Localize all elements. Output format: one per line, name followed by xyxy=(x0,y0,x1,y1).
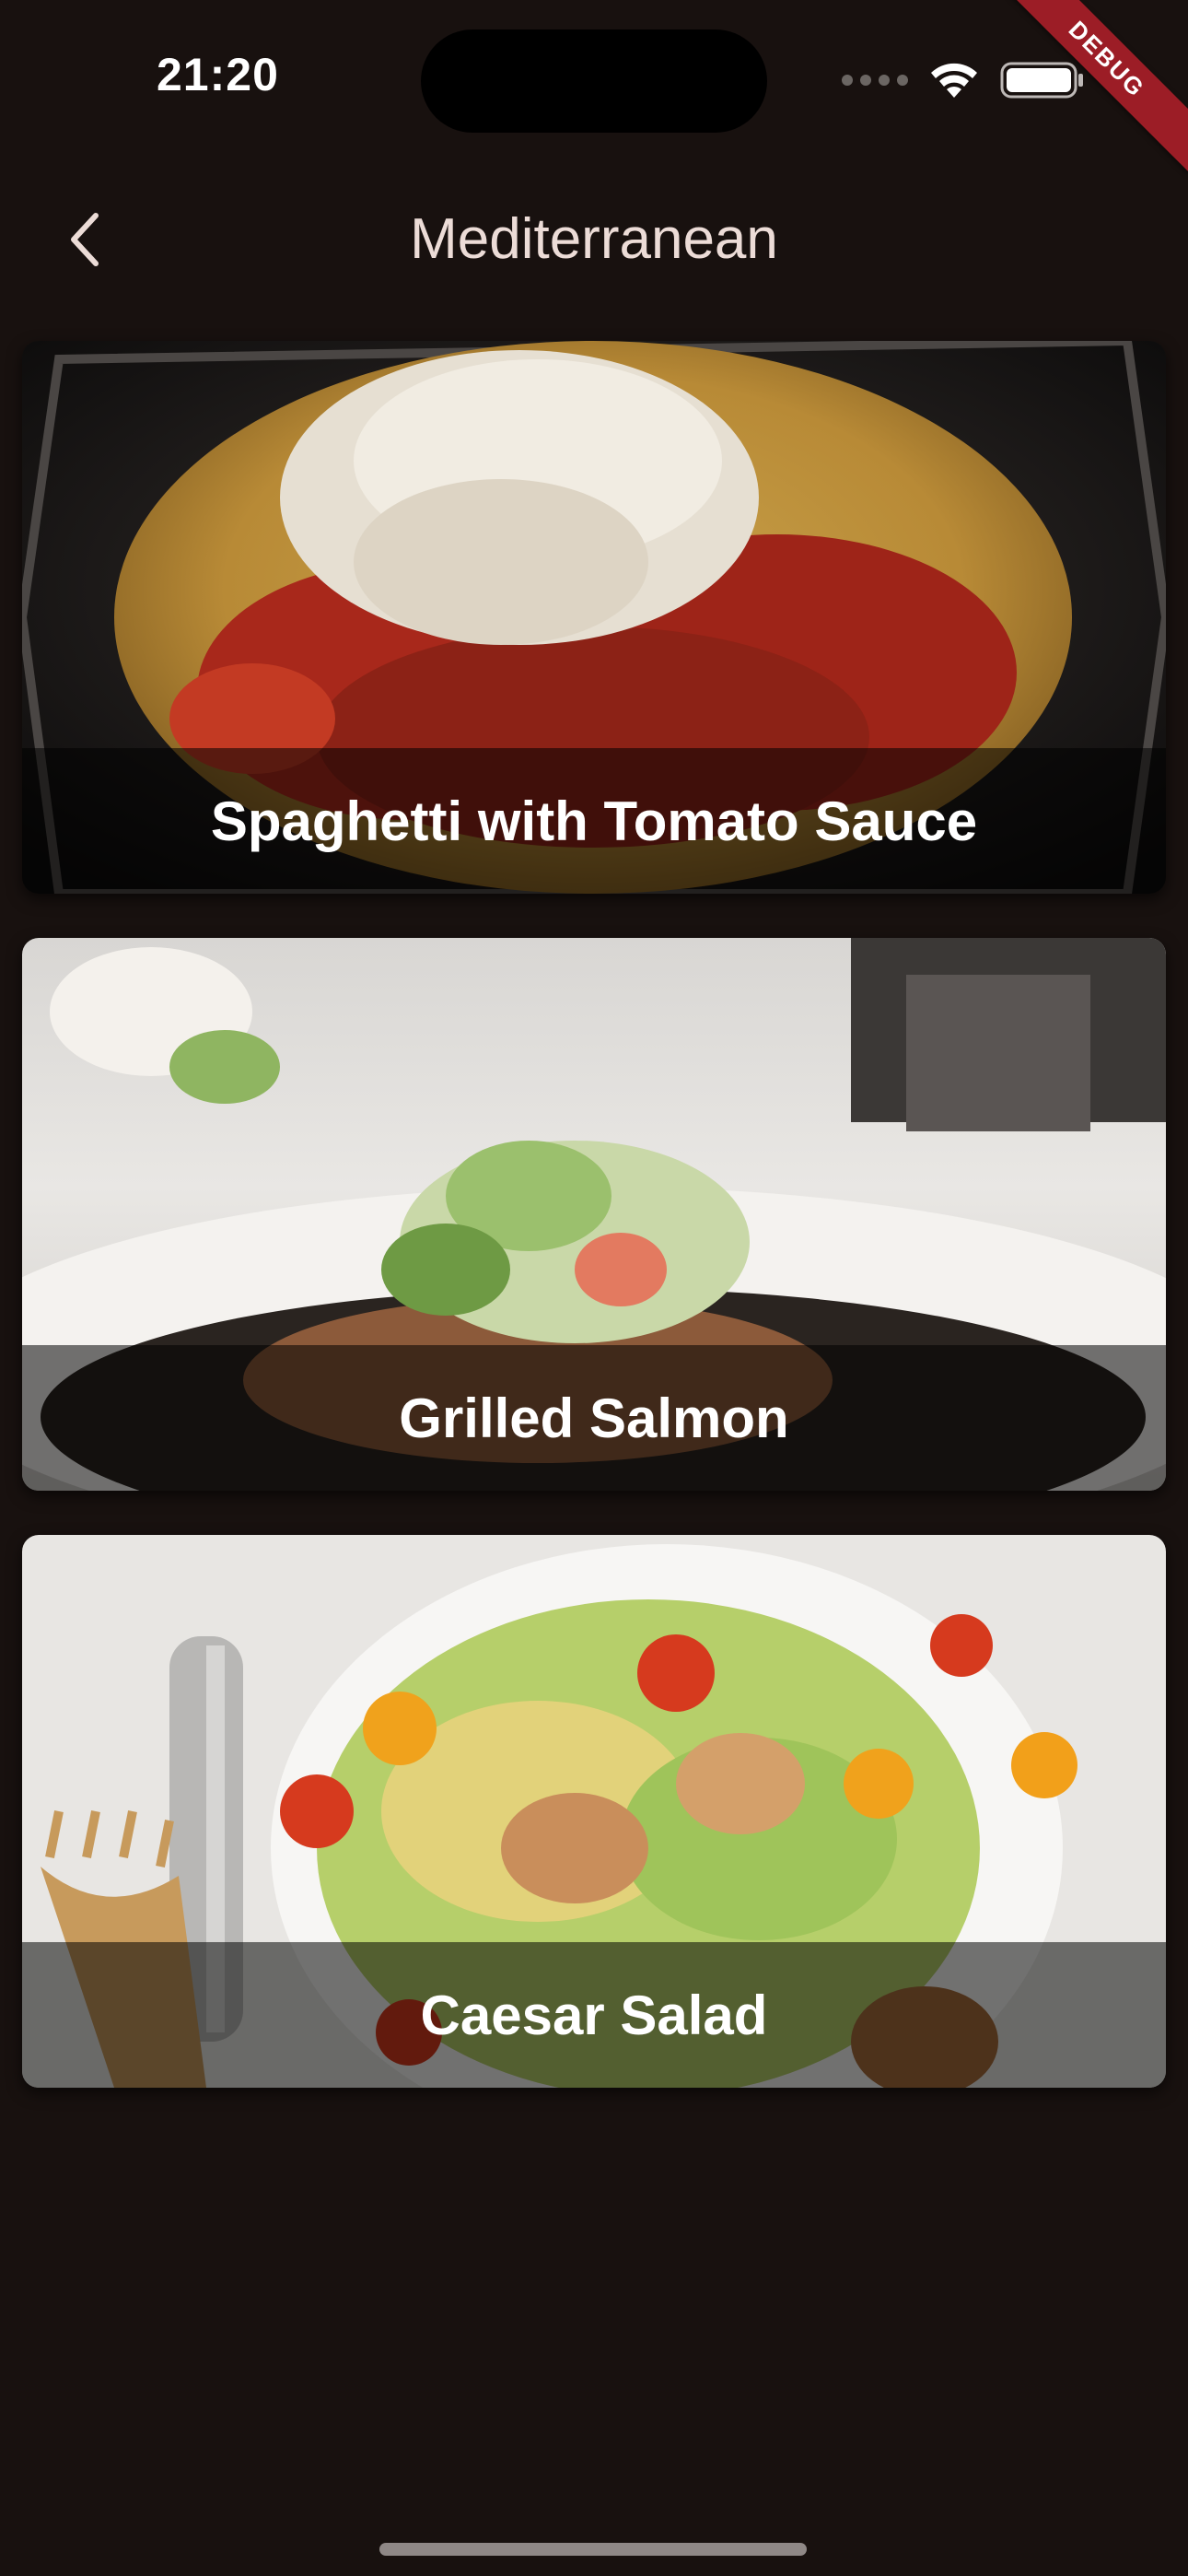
status-bar: 21:20 xyxy=(0,0,1188,157)
meal-caption: Caesar Salad xyxy=(22,1942,1166,2088)
app-bar: Mediterranean xyxy=(0,175,1188,304)
meal-card[interactable]: Spaghetti with Tomato Sauce xyxy=(22,341,1166,894)
cellular-signal-icon xyxy=(842,75,908,86)
meal-card[interactable]: Caesar Salad xyxy=(22,1535,1166,2088)
home-indicator[interactable] xyxy=(379,2543,807,2556)
wifi-icon xyxy=(928,61,980,100)
meal-title: Caesar Salad xyxy=(420,1984,768,2046)
meal-caption: Grilled Salmon xyxy=(22,1345,1166,1491)
meal-title: Grilled Salmon xyxy=(399,1387,789,1449)
meal-card[interactable]: Grilled Salmon xyxy=(22,938,1166,1491)
battery-icon xyxy=(1000,60,1085,100)
meal-list: Spaghetti with Tomato Sauce Grilled Salm… xyxy=(22,341,1166,2132)
meal-title: Spaghetti with Tomato Sauce xyxy=(210,790,978,852)
dynamic-island xyxy=(421,29,767,133)
page-title: Mediterranean xyxy=(410,207,778,271)
meal-caption: Spaghetti with Tomato Sauce xyxy=(22,748,1166,894)
status-time: 21:20 xyxy=(157,49,279,100)
status-icons xyxy=(842,57,1085,103)
